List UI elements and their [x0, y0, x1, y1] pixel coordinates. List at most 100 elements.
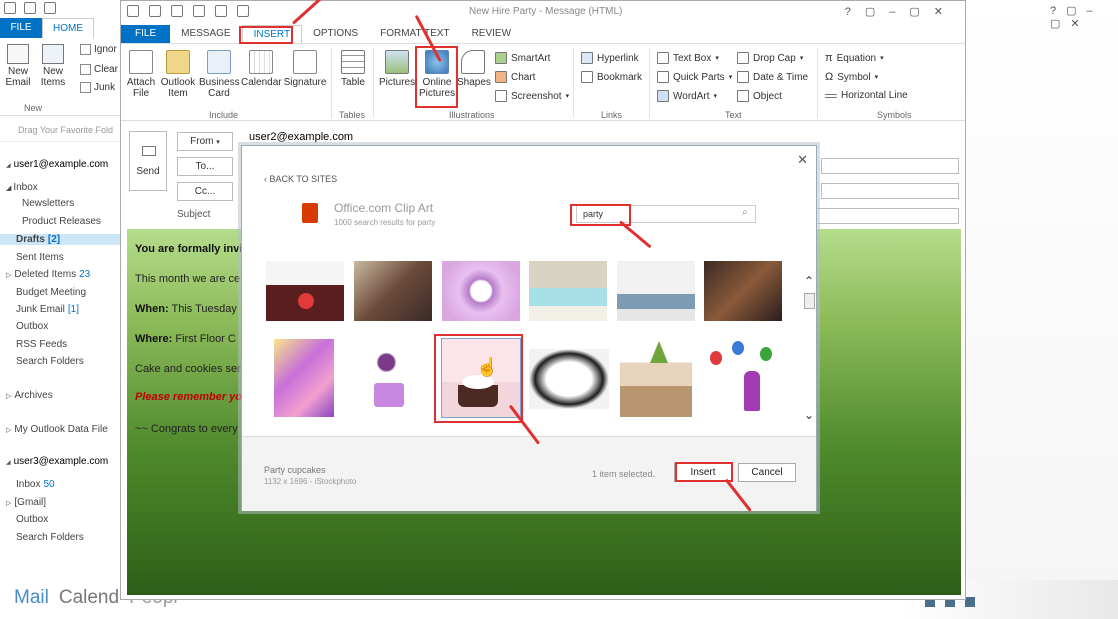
outlook-tabs: FILE HOME	[0, 18, 130, 38]
object-button[interactable]: Object	[737, 90, 782, 102]
clip-art-result[interactable]	[354, 261, 432, 321]
scroll-up-icon[interactable]: ⌃	[804, 274, 814, 288]
outlook-window-controls[interactable]: ?▢–▢✕	[1050, 4, 1118, 30]
clean-up-icon	[80, 64, 91, 75]
from-button[interactable]: From ▾	[177, 132, 233, 151]
table-icon	[341, 50, 365, 74]
close-icon[interactable]: ✕	[797, 152, 808, 168]
insert-button[interactable]: Insert	[674, 463, 732, 482]
folder-search-folders[interactable]: Search Folders	[16, 356, 84, 367]
clip-art-result[interactable]	[529, 261, 607, 321]
clip-art-result[interactable]	[617, 261, 695, 321]
to-button[interactable]: To...	[177, 157, 233, 176]
folder-rss-feeds[interactable]: RSS Feeds	[16, 339, 67, 350]
table-button[interactable]: Table	[337, 50, 369, 88]
folder-archives[interactable]: Archives	[6, 390, 52, 401]
folder-product-releases[interactable]: Product Releases	[22, 216, 101, 227]
send-receive-icon[interactable]	[24, 2, 36, 14]
clean-up-button[interactable]: Clear	[80, 64, 118, 75]
clip-art-result[interactable]	[529, 349, 609, 409]
folder-my-outlook-data-file[interactable]: My Outlook Data File	[6, 424, 107, 435]
date-time-button[interactable]: Date & Time	[737, 71, 808, 83]
undo-icon[interactable]	[171, 5, 183, 17]
nav-mail[interactable]: Mail	[14, 587, 49, 609]
folder-inbox-user3[interactable]: Inbox 50	[16, 479, 55, 490]
folder-drafts[interactable]: Drafts [2]	[0, 234, 122, 245]
account-user1[interactable]: user1@example.com	[6, 159, 109, 170]
outlook-item-icon	[166, 50, 190, 74]
outlook-item-button[interactable]: Outlook Item	[159, 50, 197, 99]
search-input[interactable]	[576, 205, 756, 223]
outlook-file-tab[interactable]: FILE	[0, 18, 42, 38]
folder-inbox[interactable]: ◢ Inbox	[6, 182, 38, 193]
tab-file[interactable]: FILE	[121, 25, 171, 43]
back-to-sites-link[interactable]: ‹ BACK TO SITES	[264, 174, 337, 184]
folder-outbox[interactable]: Outbox	[16, 321, 48, 332]
junk-button[interactable]: Junk	[80, 82, 115, 93]
folder-outbox-user3[interactable]: Outbox	[16, 514, 48, 525]
chart-button[interactable]: Chart	[495, 71, 535, 83]
clip-art-result[interactable]	[266, 261, 344, 321]
tab-insert[interactable]: INSERT	[241, 25, 303, 43]
folder-search-folders-user3[interactable]: Search Folders	[16, 532, 84, 543]
clip-art-result[interactable]	[364, 339, 420, 417]
equation-button[interactable]: π Equation ▾	[825, 52, 884, 64]
folder-deleted-items[interactable]: Deleted Items23	[6, 269, 90, 280]
attach-file-button[interactable]: Attach File	[125, 50, 157, 99]
taskbar-icon[interactable]	[965, 597, 975, 607]
clip-art-result[interactable]	[274, 339, 334, 417]
chevron-down-icon: ▾	[880, 55, 884, 62]
search-icon[interactable]: ⌕	[742, 207, 748, 218]
dialog-footer: Party cupcakes 1132 x 1696 - iStockphoto…	[242, 436, 816, 511]
redo-icon[interactable]	[193, 5, 205, 17]
drop-cap-button[interactable]: Drop Cap ▾	[737, 52, 803, 64]
up-arrow-icon[interactable]	[215, 5, 227, 17]
shapes-button[interactable]: Shapes	[457, 50, 491, 88]
clip-art-result[interactable]	[704, 261, 782, 321]
business-card-button[interactable]: Business Card	[199, 50, 240, 99]
undo-icon[interactable]	[44, 2, 56, 14]
folder-newsletters[interactable]: Newsletters	[22, 198, 74, 209]
nav-calendar[interactable]: Calend	[59, 587, 119, 609]
tab-review[interactable]: REVIEW	[461, 25, 522, 43]
cancel-button[interactable]: Cancel	[738, 463, 796, 482]
send-button[interactable]: Send	[129, 131, 167, 191]
signature-button[interactable]: Signature	[283, 50, 327, 88]
text-box-button[interactable]: Text Box ▾	[657, 52, 719, 64]
outlook-home-tab[interactable]: HOME	[42, 18, 94, 38]
folder-budget-meeting[interactable]: Budget Meeting	[16, 287, 86, 298]
calendar-button[interactable]: Calendar	[241, 50, 282, 88]
wordart-button[interactable]: WordArt ▾	[657, 90, 717, 102]
scroll-down-icon[interactable]: ⌄	[804, 408, 814, 422]
hyperlink-button[interactable]: Hyperlink	[581, 52, 639, 64]
message-window-controls[interactable]: ?▢–▢✕	[845, 5, 957, 18]
clip-art-result[interactable]	[442, 261, 520, 321]
save-icon[interactable]	[149, 5, 161, 17]
account-user3[interactable]: user3@example.com	[6, 456, 109, 467]
horizontal-line-button[interactable]: Horizontal Line	[825, 90, 908, 101]
new-email-button[interactable]: New Email	[4, 44, 32, 88]
tab-message[interactable]: MESSAGE	[170, 25, 241, 43]
pictures-button[interactable]: Pictures	[379, 50, 415, 88]
folder-junk-email[interactable]: Junk Email [1]	[16, 304, 79, 315]
symbol-button[interactable]: Ω Symbol ▾	[825, 71, 878, 83]
tab-options[interactable]: OPTIONS	[302, 25, 369, 43]
smartart-button[interactable]: SmartArt	[495, 52, 550, 64]
ignore-button[interactable]: Ignor	[80, 44, 117, 55]
tab-format-text[interactable]: FORMAT TEXT	[369, 25, 460, 43]
cc-button[interactable]: Cc...	[177, 182, 233, 201]
down-arrow-icon[interactable]	[237, 5, 249, 17]
clip-art-result[interactable]	[704, 339, 782, 417]
bookmark-button[interactable]: Bookmark	[581, 71, 642, 83]
text-box-icon	[657, 52, 669, 64]
cc-field[interactable]	[821, 183, 959, 199]
to-field[interactable]	[821, 158, 959, 174]
new-items-button[interactable]: New Items	[36, 44, 70, 88]
screenshot-button[interactable]: Screenshot ▾	[495, 90, 569, 102]
quick-parts-icon	[657, 71, 669, 83]
clip-art-result[interactable]	[620, 339, 692, 417]
folder-sent-items[interactable]: Sent Items	[16, 252, 64, 263]
folder-gmail[interactable]: [Gmail]	[6, 497, 46, 508]
scrollbar-thumb[interactable]	[804, 293, 815, 309]
quick-parts-button[interactable]: Quick Parts ▾	[657, 71, 732, 83]
